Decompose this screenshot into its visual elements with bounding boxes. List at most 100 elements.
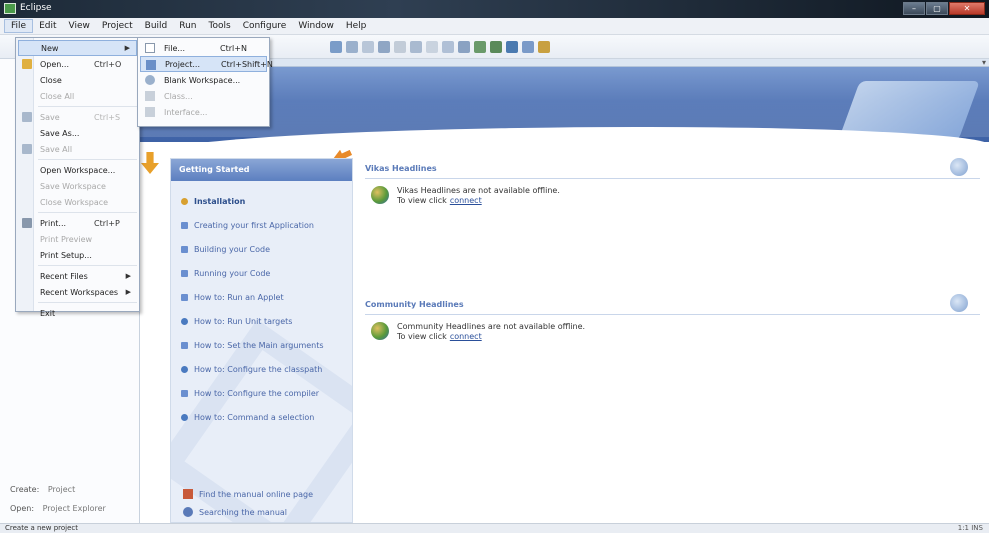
grid-icon[interactable]	[474, 41, 486, 53]
news-headlines-section: Vikas Headlines Vikas Headlines are not …	[365, 158, 980, 206]
file-menu-print[interactable]: Print... Ctrl+P	[18, 215, 137, 231]
menu-separator	[38, 302, 137, 303]
menu-tools[interactable]: Tools	[203, 20, 237, 32]
file-menu-save[interactable]: Save Ctrl+S	[18, 109, 137, 125]
globe-icon	[371, 322, 389, 340]
file-menu-open[interactable]: Open... Ctrl+O	[18, 56, 137, 72]
gs-link-compiler[interactable]: How to: Configure the compiler	[181, 381, 352, 405]
help-icon	[181, 365, 188, 373]
close-button[interactable]: ✕	[949, 2, 985, 15]
gs-link-running[interactable]: Running your Code	[181, 261, 352, 285]
open-row: Open: Project Explorer	[10, 499, 106, 518]
menu-edit[interactable]: Edit	[33, 20, 62, 32]
back-icon[interactable]	[330, 41, 342, 53]
bullet-icon	[181, 221, 188, 229]
file-menu-exit[interactable]: Exit	[18, 305, 137, 321]
gs-link-applet[interactable]: How to: Run an Applet	[181, 285, 352, 309]
debug-icon[interactable]	[378, 41, 390, 53]
menu-separator	[38, 212, 137, 213]
menu-item-label: Close All	[40, 91, 75, 101]
create-label: Create:	[10, 485, 40, 494]
settings-icon[interactable]	[522, 41, 534, 53]
file-menu-save-all[interactable]: Save All	[18, 141, 137, 157]
cut-icon[interactable]	[426, 41, 438, 53]
menu-item-label: Save Workspace	[40, 181, 106, 191]
menu-window[interactable]: Window	[292, 20, 340, 32]
menu-shortcut: Ctrl+O	[94, 59, 122, 69]
step-icon[interactable]	[410, 41, 422, 53]
create-value[interactable]: Project	[48, 485, 75, 494]
new-class-item[interactable]: Class...	[140, 88, 267, 104]
news-headlines-title: Vikas Headlines	[365, 164, 980, 179]
new-interface-item[interactable]: Interface...	[140, 104, 267, 120]
menu-build[interactable]: Build	[139, 20, 174, 32]
file-menu-new[interactable]: New ▶	[18, 40, 137, 56]
minimize-button[interactable]: –	[903, 2, 925, 15]
menu-item-label: Interface...	[164, 107, 208, 117]
menu-configure[interactable]: Configure	[237, 20, 293, 32]
news-message: Vikas Headlines are not available offlin…	[365, 186, 980, 206]
paste-icon[interactable]	[458, 41, 470, 53]
new-submenu: File... Ctrl+N Project... Ctrl+Shift+N B…	[137, 37, 273, 127]
search-manual-label: Searching the manual	[199, 507, 288, 517]
maximize-button[interactable]: ▢	[926, 2, 948, 15]
file-menu-print-preview[interactable]: Print Preview	[18, 231, 137, 247]
file-icon	[145, 43, 155, 53]
file-menu-close-all[interactable]: Close All	[18, 88, 137, 104]
gs-link-selection[interactable]: How to: Command a selection	[181, 405, 352, 429]
file-menu-close-workspace[interactable]: Close Workspace	[18, 194, 137, 210]
news-link-row: To view click connect	[397, 196, 560, 206]
community-text-block: Community Headlines are not available of…	[397, 322, 585, 342]
news-connect-link[interactable]: connect	[450, 196, 482, 205]
gs-link-building[interactable]: Building your Code	[181, 237, 352, 261]
menu-project[interactable]: Project	[96, 20, 139, 32]
refresh-icon[interactable]	[950, 294, 968, 312]
file-menu-save-workspace[interactable]: Save Workspace	[18, 178, 137, 194]
new-project-item[interactable]: Project... Ctrl+Shift+N	[140, 56, 273, 72]
copy-icon[interactable]	[442, 41, 454, 53]
build-icon[interactable]	[362, 41, 374, 53]
status-text: Create a new project	[5, 524, 78, 532]
project-icon	[146, 60, 156, 70]
menu-shortcut: Ctrl+S	[94, 112, 121, 122]
gs-link-unit-targets[interactable]: How to: Run Unit targets	[181, 309, 352, 333]
new-file-item[interactable]: File... Ctrl+N	[140, 40, 267, 56]
file-menu-close[interactable]: Close	[18, 72, 137, 88]
file-menu-print-setup[interactable]: Print Setup...	[18, 247, 137, 263]
new-blank-workspace-item[interactable]: Blank Workspace...	[140, 72, 267, 88]
wizard-icon[interactable]	[538, 41, 550, 53]
search-manual-link[interactable]: Searching the manual	[183, 503, 313, 521]
globe-icon	[371, 186, 389, 204]
gs-link-main-arguments[interactable]: How to: Set the Main arguments	[181, 333, 352, 357]
gs-link-first-app[interactable]: Creating your first Application	[181, 213, 352, 237]
menu-help[interactable]: Help	[340, 20, 373, 32]
menu-item-label: Recent Files	[40, 271, 88, 281]
menu-shortcut: Ctrl+Shift+N	[221, 59, 273, 69]
file-menu-open-workspace[interactable]: Open Workspace...	[18, 162, 137, 178]
interface-icon	[145, 107, 155, 117]
refresh-icon[interactable]	[950, 158, 968, 176]
menu-shortcut: Ctrl+P	[94, 218, 120, 228]
file-menu-recent-files[interactable]: Recent Files ▶	[18, 268, 137, 284]
menu-item-label: Open...	[40, 59, 69, 69]
gs-link-installation[interactable]: Installation	[181, 189, 352, 213]
community-link-row: To view click connect	[397, 332, 585, 342]
menu-view[interactable]: View	[63, 20, 96, 32]
file-menu-recent-workspaces[interactable]: Recent Workspaces ▶	[18, 284, 137, 300]
submenu-arrow-icon: ▶	[124, 44, 130, 52]
tab-scroll-icon[interactable]: ▾	[982, 58, 986, 67]
open-value[interactable]: Project Explorer	[43, 504, 106, 513]
manual-online-link[interactable]: Find the manual online page	[183, 485, 313, 503]
layout-icon[interactable]	[506, 41, 518, 53]
table-icon[interactable]	[490, 41, 502, 53]
news-text-block: Vikas Headlines are not available offlin…	[397, 186, 560, 206]
menu-file[interactable]: File	[4, 19, 34, 33]
menu-run[interactable]: Run	[173, 20, 202, 32]
file-menu-save-as[interactable]: Save As...	[18, 125, 137, 141]
getting-started-panel: Getting Started Installation Creating yo…	[170, 158, 353, 523]
community-connect-link[interactable]: connect	[450, 332, 482, 341]
stop-icon[interactable]	[394, 41, 406, 53]
gs-link-classpath[interactable]: How to: Configure the classpath	[181, 357, 352, 381]
menu-item-label: Save As...	[40, 128, 80, 138]
forward-icon[interactable]	[346, 41, 358, 53]
